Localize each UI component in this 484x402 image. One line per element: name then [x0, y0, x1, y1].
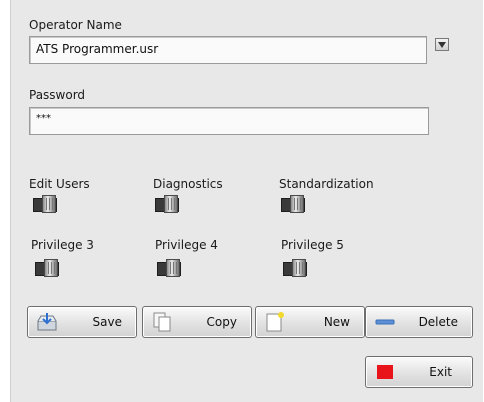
operator-name-label: Operator Name	[29, 18, 122, 32]
minus-icon	[374, 312, 396, 332]
delete-button-label: Delete	[418, 315, 458, 329]
diagnostics-toggle[interactable]	[155, 195, 179, 213]
exit-button[interactable]: Exit	[365, 356, 473, 388]
copy-button-label: Copy	[206, 315, 237, 329]
exit-button-label: Exit	[429, 365, 452, 379]
privilege-5-toggle[interactable]	[283, 259, 307, 277]
user-settings-panel: Operator Name ATS Programmer.usr Passwor…	[10, 0, 483, 402]
privilege-label-edit-users: Edit Users	[29, 177, 90, 191]
edit-users-toggle[interactable]	[33, 195, 57, 213]
privilege-4-toggle[interactable]	[157, 259, 181, 277]
privilege-label-4: Privilege 4	[155, 238, 218, 252]
privilege-label-standardization: Standardization	[279, 177, 374, 191]
privilege-label-diagnostics: Diagnostics	[153, 177, 223, 191]
save-button[interactable]: Save	[27, 306, 137, 338]
new-button-label: New	[323, 315, 350, 329]
copy-icon	[151, 312, 173, 332]
new-document-icon	[264, 312, 286, 332]
delete-button[interactable]: Delete	[365, 306, 473, 338]
operator-name-field[interactable]: ATS Programmer.usr	[29, 36, 427, 64]
privilege-label-5: Privilege 5	[281, 238, 344, 252]
dropdown-arrow-icon[interactable]	[435, 38, 449, 51]
stop-icon	[376, 364, 394, 380]
new-button[interactable]: New	[255, 306, 365, 338]
password-field[interactable]: ***	[29, 107, 429, 135]
privilege-label-3: Privilege 3	[31, 238, 94, 252]
password-label: Password	[29, 88, 86, 102]
privilege-3-toggle[interactable]	[35, 259, 59, 277]
save-icon	[36, 312, 58, 332]
standardization-toggle[interactable]	[281, 195, 305, 213]
copy-button[interactable]: Copy	[142, 306, 252, 338]
save-button-label: Save	[92, 315, 122, 329]
